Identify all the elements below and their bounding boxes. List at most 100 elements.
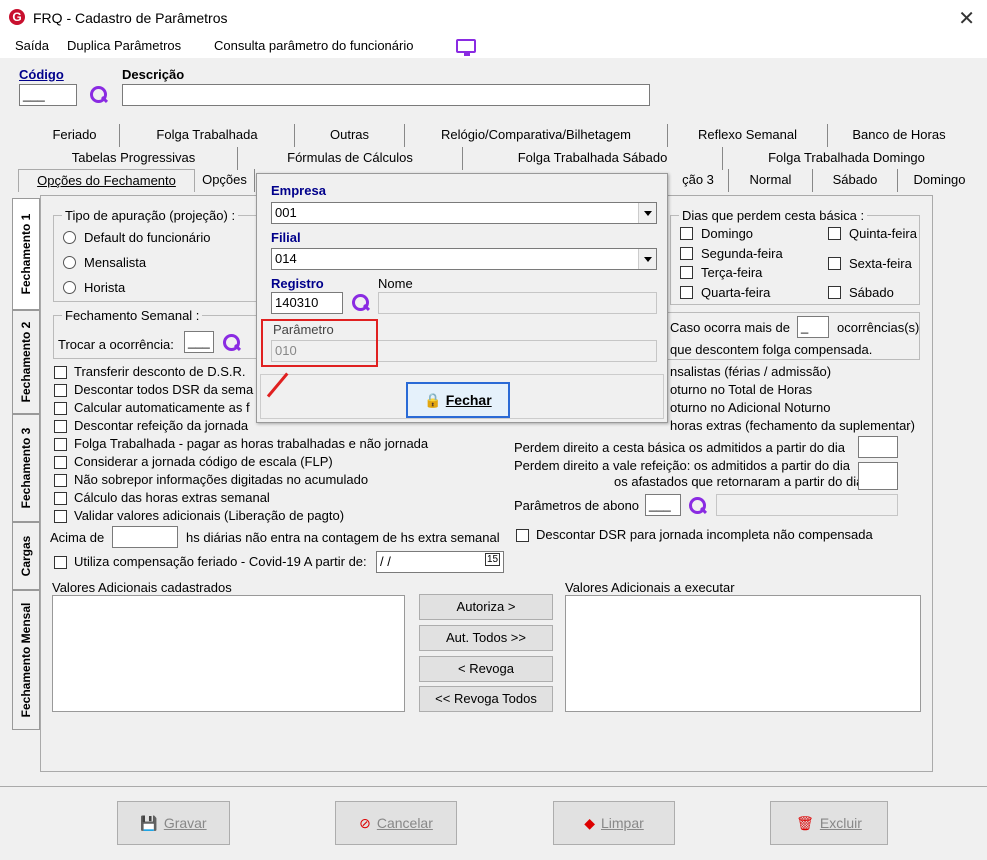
cb-dsr-incompleta[interactable] (516, 529, 529, 542)
popup-dialog: Empresa 001 Filial 014 Registro Nome 140… (256, 173, 668, 423)
revoga-button[interactable]: < Revoga (419, 656, 553, 682)
tab-formulas[interactable]: Fórmulas de Cálculos (238, 147, 463, 170)
perdem-vale-input[interactable] (858, 462, 898, 490)
empresa-select[interactable]: 001 (271, 202, 657, 224)
tab-domingo[interactable]: Domingo (898, 169, 981, 192)
vtab-fechamento-1[interactable]: Fechamento 1 (12, 198, 40, 310)
menu-bar: Saída Duplica Parâmetros Consulta parâme… (0, 34, 987, 58)
perdem-vale1-label: Perdem direito a vale refeição: os admit… (514, 458, 851, 473)
menu-saida[interactable]: Saída (15, 38, 49, 53)
aut-todos-button[interactable]: Aut. Todos >> (419, 625, 553, 651)
empresa-label: Empresa (271, 183, 326, 198)
tab-folga-trabalhada[interactable]: Folga Trabalhada (120, 124, 295, 147)
menu-consulta[interactable]: Consulta parâmetro do funcionário (214, 38, 413, 53)
cb-validar-label: Validar valores adicionais (Liberação de… (74, 508, 345, 523)
cb-nao-sobrepor[interactable] (54, 474, 67, 487)
tab-banco-horas[interactable]: Banco de Horas (828, 124, 970, 147)
calendar-icon[interactable]: 15 (485, 553, 501, 566)
codigo-label: Código (19, 67, 64, 82)
tab-sabado[interactable]: Sábado (813, 169, 898, 192)
cb-quarta[interactable] (680, 286, 693, 299)
cb-sexta[interactable] (828, 257, 841, 270)
search-icon[interactable] (688, 496, 708, 516)
tab-opcoes-fechamento[interactable]: Opções do Fechamento (18, 169, 195, 192)
limpar-button[interactable]: ◆ Limpar (553, 801, 675, 845)
valores-executar-list[interactable] (565, 595, 921, 712)
radio-mensalista[interactable] (63, 256, 76, 269)
tab-row-1: Feriado Folga Trabalhada Outras Relógio/… (30, 124, 970, 147)
trocar-input[interactable]: ___ (184, 331, 214, 353)
cb-validar[interactable] (54, 510, 67, 523)
save-icon: 💾 (140, 814, 158, 831)
chevron-down-icon[interactable] (638, 249, 656, 269)
acima-input[interactable] (112, 526, 178, 548)
perdem-cesta-input[interactable] (858, 436, 898, 458)
autoriza-button[interactable]: Autoriza > (419, 594, 553, 620)
cb-descontar-refeicao[interactable] (54, 420, 67, 433)
cb-descontar-dsr[interactable] (54, 384, 67, 397)
cb-calcular[interactable] (54, 402, 67, 415)
monitor-icon[interactable] (456, 39, 476, 56)
tab-relogio[interactable]: Relógio/Comparativa/Bilhetagem (405, 124, 668, 147)
cb-sabado-label: Sábado (849, 285, 894, 300)
cb-covid[interactable] (54, 556, 67, 569)
tab-folga-sabado[interactable]: Folga Trabalhada Sábado (463, 147, 723, 170)
tab-tabelas[interactable]: Tabelas Progressivas (30, 147, 238, 170)
registro-input[interactable]: 140310 (271, 292, 343, 314)
abono-input[interactable]: ___ (645, 494, 681, 516)
perdem-cesta-label: Perdem direito a cesta básica os admitid… (514, 440, 845, 455)
descricao-label: Descrição (122, 67, 185, 82)
revoga-todos-button[interactable]: << Revoga Todos (419, 686, 553, 712)
abono-label: Parâmetros de abono (514, 498, 640, 513)
vtab-fechamento-2[interactable]: Fechamento 2 (12, 310, 40, 414)
tab-folga-domingo[interactable]: Folga Trabalhada Domingo (723, 147, 970, 170)
fechar-button[interactable]: 🔒 Fechar (406, 382, 510, 418)
chevron-down-icon[interactable] (638, 203, 656, 223)
acima-suffix: hs diárias não entra na contagem de hs e… (186, 530, 500, 545)
cb-sabado[interactable] (828, 286, 841, 299)
acima-prefix: Acima de (50, 530, 105, 545)
tab-partial[interactable]: ção 3 (668, 169, 728, 192)
valores-cadastrados-list[interactable] (52, 595, 405, 712)
radio-default-label: Default do funcionário (84, 230, 211, 245)
tab-opcoes[interactable]: Opções (195, 169, 255, 192)
cb-terca[interactable] (680, 266, 693, 279)
cb-segunda[interactable] (680, 247, 693, 260)
cb-transferir[interactable] (54, 366, 67, 379)
footer-separator (0, 786, 987, 787)
descricao-input[interactable] (122, 84, 650, 106)
vtab-fechamento-3[interactable]: Fechamento 3 (12, 414, 40, 522)
vtab-fechamento-mensal[interactable]: Fechamento Mensal (12, 590, 40, 730)
tab-normal[interactable]: Normal (728, 169, 813, 192)
cb-quinta[interactable] (828, 227, 841, 240)
tab-feriado[interactable]: Feriado (30, 124, 120, 147)
cb-calculo-he[interactable] (54, 492, 67, 505)
cesta-title: Dias que perdem cesta básica : (679, 208, 868, 223)
search-icon[interactable] (89, 85, 109, 105)
ocorre-line2: que descontem folga compensada. (670, 342, 873, 357)
gravar-button[interactable]: 💾 Gravar (117, 801, 230, 845)
codigo-input[interactable]: ___ (19, 84, 77, 106)
cb-domingo-label: Domingo (701, 226, 754, 241)
highlight-box (261, 319, 378, 367)
perdem-vale2-label: os afastados que retornaram a partir do … (614, 474, 864, 489)
cb-considerar-jornada[interactable] (54, 456, 67, 469)
search-icon[interactable] (222, 333, 242, 353)
menu-duplica[interactable]: Duplica Parâmetros (67, 38, 181, 53)
radio-default[interactable] (63, 231, 76, 244)
cb-considerar-jornada-label: Considerar a jornada código de escala (F… (74, 454, 333, 469)
radio-horista[interactable] (63, 281, 76, 294)
close-icon[interactable]: ✕ (958, 6, 975, 31)
tab-reflexo[interactable]: Reflexo Semanal (668, 124, 828, 147)
cb-quinta-label: Quinta-feira (849, 226, 917, 241)
tab-outras[interactable]: Outras (295, 124, 405, 147)
ocorre-input[interactable]: _ (797, 316, 829, 338)
cb-folga-trabalhada[interactable] (54, 438, 67, 451)
filial-select[interactable]: 014 (271, 248, 657, 270)
cb-domingo[interactable] (680, 227, 693, 240)
nome-input (378, 292, 657, 314)
cancelar-button[interactable]: ⊘ Cancelar (335, 801, 457, 845)
vtab-cargas[interactable]: Cargas (12, 522, 40, 590)
excluir-button[interactable]: 🗑 Excluir (770, 801, 888, 845)
search-icon[interactable] (351, 293, 371, 313)
